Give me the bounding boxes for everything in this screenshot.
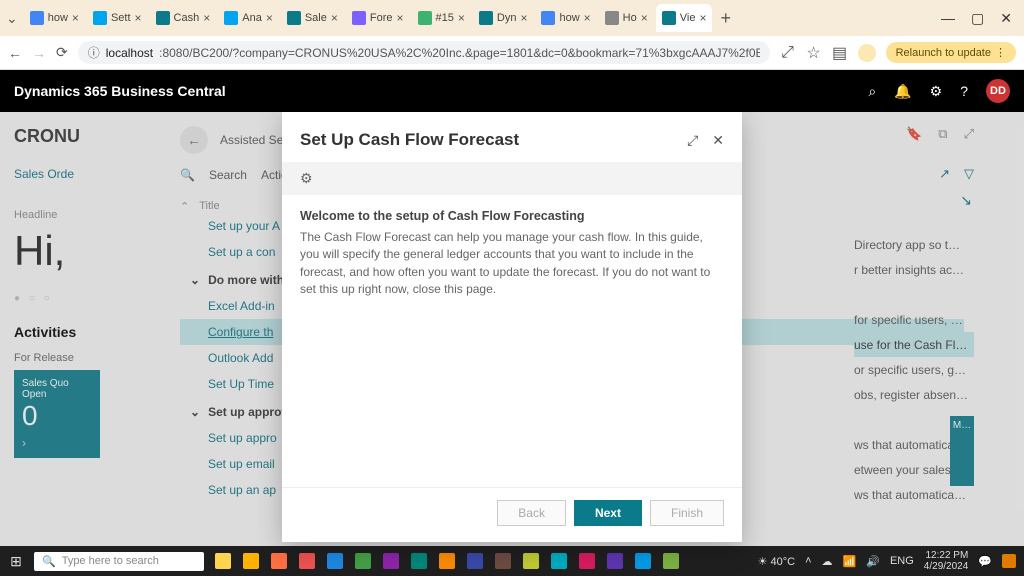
misc-tray-icon[interactable] xyxy=(1002,554,1016,568)
taskbar-app-icon[interactable] xyxy=(210,549,236,573)
url-host: localhost xyxy=(106,46,153,60)
browser-address-bar: ← → ⟳ ⓘ localhost :8080/BC200/?company=C… xyxy=(0,36,1024,70)
cashflow-setup-dialog: Set Up Cash Flow Forecast ⤢ ✕ ⚙ Welcome … xyxy=(282,112,742,542)
tray-chevron-icon[interactable]: ˄ xyxy=(805,555,811,567)
back-button[interactable]: Back xyxy=(497,500,566,526)
notifications-center-icon[interactable]: 💬 xyxy=(978,555,992,568)
relaunch-button[interactable]: Relaunch to update⋮ xyxy=(886,42,1016,63)
browser-tab[interactable]: Ho× xyxy=(599,4,654,32)
taskbar-app-icon[interactable] xyxy=(266,549,292,573)
taskbar-app-icon[interactable] xyxy=(602,549,628,573)
tab-history-icon[interactable]: ⌄ xyxy=(6,10,18,27)
tab-close-icon[interactable]: × xyxy=(641,11,648,25)
taskbar-app-icon[interactable] xyxy=(238,549,264,573)
tab-close-icon[interactable]: × xyxy=(331,11,338,25)
site-info-icon[interactable]: ⓘ xyxy=(88,44,100,61)
notifications-icon[interactable]: 🔔 xyxy=(894,83,911,100)
new-tab-button[interactable]: + xyxy=(712,8,739,29)
product-title: Dynamics 365 Business Central xyxy=(14,83,226,99)
nav-forward-icon: → xyxy=(32,45,46,61)
taskbar-search[interactable]: 🔍 Type here to search xyxy=(34,552,204,571)
tab-close-icon[interactable]: × xyxy=(135,11,142,25)
gear-icon[interactable]: ⚙ xyxy=(300,170,313,186)
browser-tab[interactable]: Ana× xyxy=(218,4,279,32)
install-app-icon[interactable]: ⤢ xyxy=(780,44,796,62)
start-button[interactable]: ⊞ xyxy=(0,553,32,570)
windows-taskbar: ⊞ 🔍 Type here to search ☀ 40°C ˄ ☁ 📶 🔊 E… xyxy=(0,546,1024,576)
weather-widget[interactable]: ☀ 40°C xyxy=(758,555,796,568)
language-indicator[interactable]: ENG xyxy=(890,555,914,567)
taskbar-app-icon[interactable] xyxy=(518,549,544,573)
nav-back-icon[interactable]: ← xyxy=(8,45,22,61)
onedrive-icon[interactable]: ☁ xyxy=(822,555,833,568)
taskbar-app-icon[interactable] xyxy=(630,549,656,573)
tab-close-icon[interactable]: × xyxy=(203,11,210,25)
tab-close-icon[interactable]: × xyxy=(458,11,465,25)
browser-tab[interactable]: how× xyxy=(535,4,596,32)
search-icon: 🔍 xyxy=(42,555,56,568)
bc-header: Dynamics 365 Business Central ⌕ 🔔 ⚙ ? DD xyxy=(0,70,1024,112)
browser-tabstrip: ⌄ how×Sett×Cash×Ana×Sale×Fore×#15×Dyn×ho… xyxy=(0,0,1024,36)
browser-tab[interactable]: Vie× xyxy=(656,4,713,32)
taskbar-app-icon[interactable] xyxy=(434,549,460,573)
tab-close-icon[interactable]: × xyxy=(72,11,79,25)
browser-tab[interactable]: Dyn× xyxy=(473,4,534,32)
volume-icon[interactable]: 🔊 xyxy=(866,555,880,568)
next-button[interactable]: Next xyxy=(574,500,642,526)
window-minimize-icon[interactable]: — xyxy=(941,10,955,27)
window-restore-icon[interactable]: ▢ xyxy=(971,10,984,27)
taskbar-app-icon[interactable] xyxy=(462,549,488,573)
nav-reload-icon[interactable]: ⟳ xyxy=(56,44,68,61)
taskbar-app-icon[interactable] xyxy=(546,549,572,573)
browser-tab[interactable]: Cash× xyxy=(150,4,217,32)
tab-close-icon[interactable]: × xyxy=(266,11,273,25)
url-input[interactable]: ⓘ localhost :8080/BC200/?company=CRONUS%… xyxy=(78,41,770,64)
settings-icon[interactable]: ⚙ xyxy=(930,83,943,100)
help-icon[interactable]: ? xyxy=(960,83,968,99)
window-close-icon[interactable]: ✕ xyxy=(1000,10,1012,27)
dialog-title: Set Up Cash Flow Forecast xyxy=(300,130,519,150)
browser-tab[interactable]: Sale× xyxy=(281,4,344,32)
finish-button[interactable]: Finish xyxy=(650,500,724,526)
main-area: CRONU Sales Orde Headline Hi, ● ○ ○ Acti… xyxy=(0,112,1024,546)
wifi-icon[interactable]: 📶 xyxy=(843,555,857,568)
taskbar-app-icon[interactable] xyxy=(378,549,404,573)
dialog-expand-icon[interactable]: ⤢ xyxy=(687,132,698,149)
browser-tab[interactable]: Fore× xyxy=(346,4,410,32)
dialog-close-icon[interactable]: ✕ xyxy=(712,132,724,149)
browser-tab[interactable]: how× xyxy=(24,4,85,32)
taskbar-app-icon[interactable] xyxy=(574,549,600,573)
extensions-icon[interactable]: ▤ xyxy=(832,43,848,63)
bookmark-icon[interactable]: ☆ xyxy=(806,43,822,63)
tab-close-icon[interactable]: × xyxy=(584,11,591,25)
profile-icon[interactable] xyxy=(858,44,876,62)
url-path: :8080/BC200/?company=CRONUS%20USA%2C%20I… xyxy=(159,46,759,60)
dialog-welcome-heading: Welcome to the setup of Cash Flow Foreca… xyxy=(300,209,724,223)
browser-tab[interactable]: #15× xyxy=(412,4,471,32)
taskbar-app-icon[interactable] xyxy=(322,549,348,573)
tab-close-icon[interactable]: × xyxy=(520,11,527,25)
taskbar-app-icon[interactable] xyxy=(406,549,432,573)
tab-close-icon[interactable]: × xyxy=(397,11,404,25)
taskbar-app-icon[interactable] xyxy=(294,549,320,573)
taskbar-app-icon[interactable] xyxy=(350,549,376,573)
search-icon[interactable]: ⌕ xyxy=(868,83,876,100)
dialog-body-text: The Cash Flow Forecast can help you mana… xyxy=(300,229,724,299)
taskbar-clock[interactable]: 12:22 PM 4/29/2024 xyxy=(924,550,969,572)
browser-tab[interactable]: Sett× xyxy=(87,4,148,32)
user-avatar[interactable]: DD xyxy=(986,79,1010,103)
taskbar-app-icon[interactable] xyxy=(658,549,684,573)
tab-close-icon[interactable]: × xyxy=(699,11,706,25)
taskbar-app-icon[interactable] xyxy=(490,549,516,573)
